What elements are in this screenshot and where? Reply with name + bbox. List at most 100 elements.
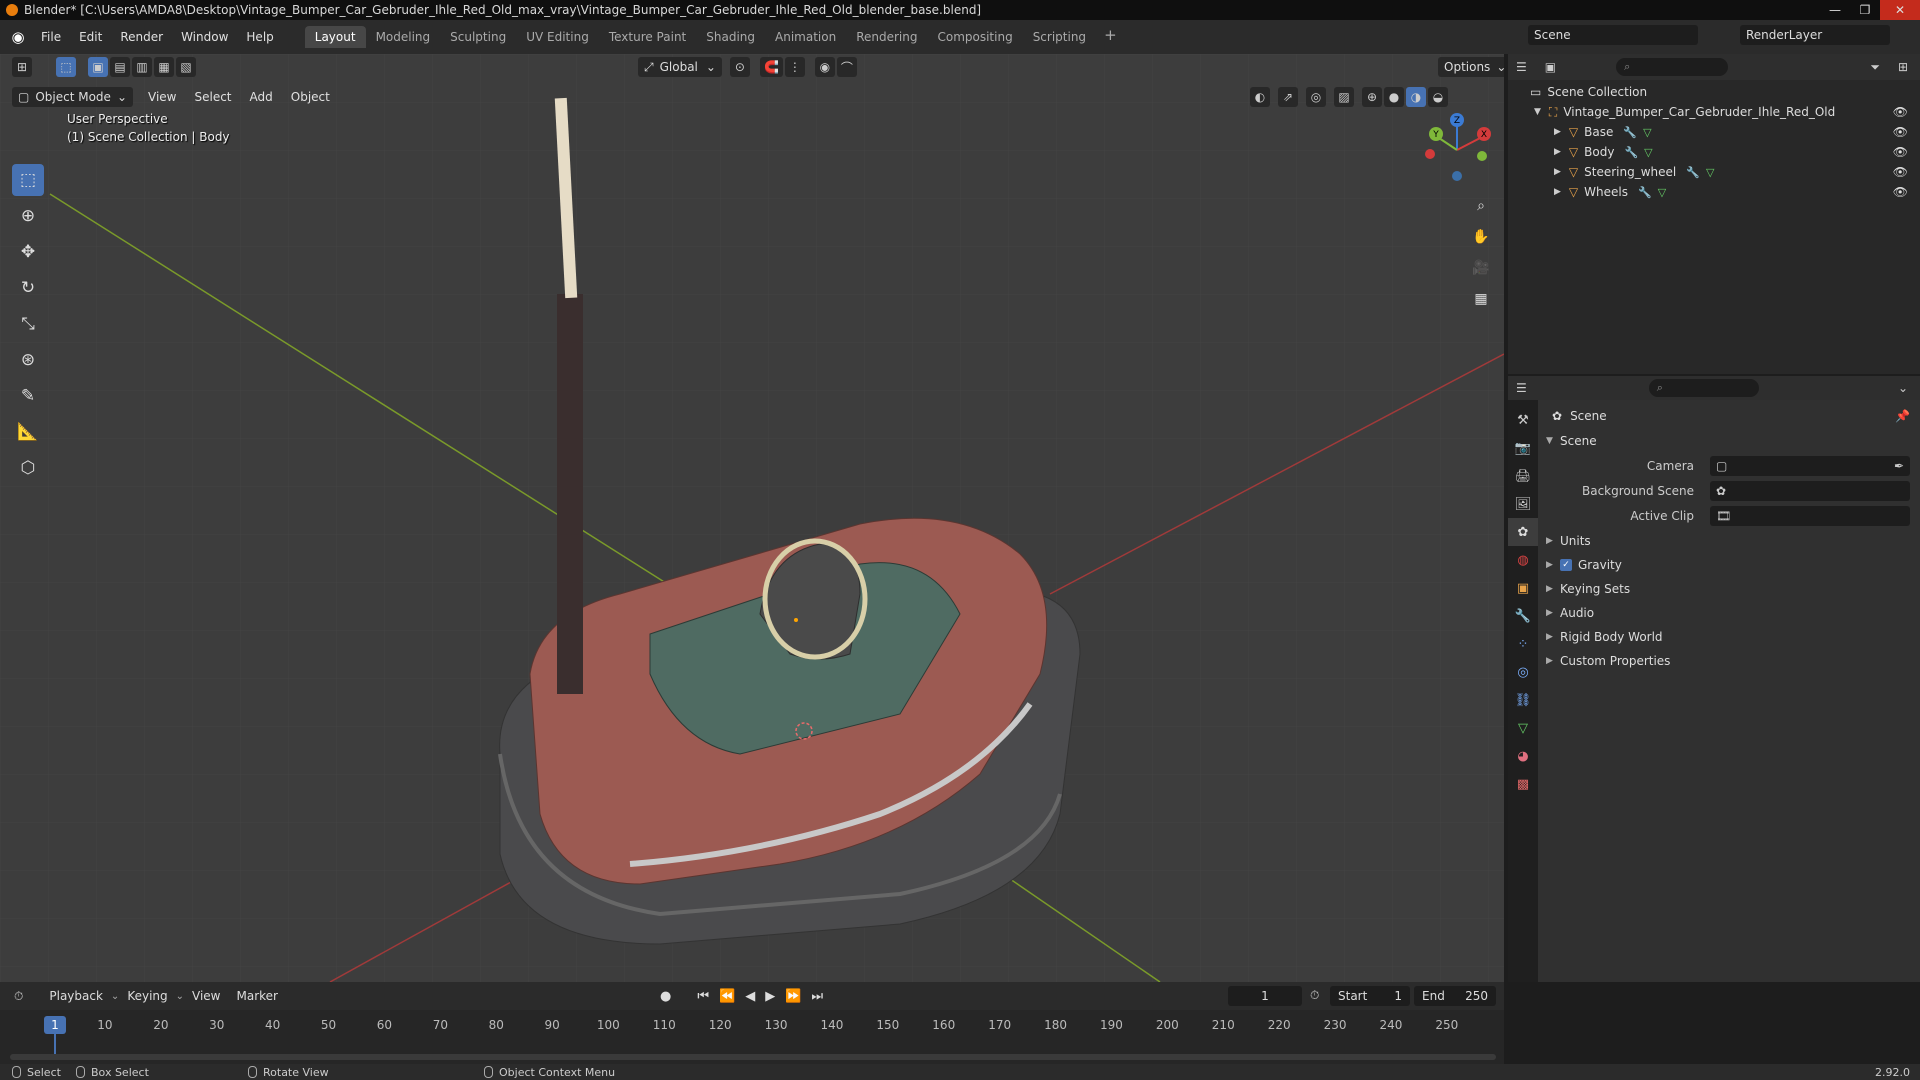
modifier-tab-icon[interactable]: 🔧 (1508, 602, 1538, 630)
pivot-point-icon[interactable]: ⊙ (729, 57, 750, 77)
outliner-item-base[interactable]: ▶ ▽ Base 🔧 ▽ 👁 (1508, 122, 1920, 142)
tab-texture-paint[interactable]: Texture Paint (599, 26, 696, 48)
add-cube-tool-icon[interactable]: ⬡ (12, 452, 44, 484)
xray-icon[interactable]: ▨ (1334, 87, 1354, 107)
gizmo-neg-z-icon[interactable] (1452, 171, 1462, 181)
eye-icon[interactable]: 👁 (1893, 145, 1908, 159)
transform-tool-icon[interactable]: ⊛ (12, 344, 44, 376)
pin-icon[interactable]: 📌 (1895, 409, 1910, 423)
expand-arrow-icon[interactable]: ▶ (1554, 187, 1561, 197)
outliner-editor-icon[interactable]: ☰ (1516, 60, 1527, 74)
solid-shading-icon[interactable]: ● (1384, 87, 1404, 107)
view-layer-selector[interactable]: RenderLayer (1740, 25, 1890, 45)
close-icon[interactable]: ✕ (1880, 0, 1920, 20)
constraints-tab-icon[interactable]: ⛓ (1508, 686, 1538, 714)
ortho-grid-icon[interactable]: ▦ (1467, 285, 1495, 313)
view-layer-tab-icon[interactable]: 🖼 (1508, 490, 1538, 518)
add-workspace-button[interactable]: + (1096, 26, 1125, 48)
scene-panel-header[interactable]: ▼ Scene (1546, 430, 1597, 452)
expand-arrow-icon[interactable]: ▶ (1554, 147, 1561, 157)
wireframe-shading-icon[interactable]: ⊕ (1362, 87, 1382, 107)
annotate-tool-icon[interactable]: ✎ (12, 380, 44, 412)
jump-end-icon[interactable]: ⏭ (811, 989, 823, 1004)
tab-scripting[interactable]: Scripting (1023, 26, 1096, 48)
cursor-tool-icon[interactable]: ⊕ (12, 200, 44, 232)
visibility-icon[interactable]: ◐ (1250, 87, 1270, 107)
preview-range-icon[interactable]: ⏱ (1310, 988, 1319, 1003)
snap-icon[interactable]: 🧲 (759, 57, 783, 77)
zoom-icon[interactable]: ⌕ (1467, 192, 1495, 220)
viewport-menu-select[interactable]: Select (185, 90, 240, 104)
proportional-edit-icon[interactable]: ◉ (814, 57, 835, 77)
modifier-wrench-icon[interactable]: 🔧 (1624, 146, 1638, 159)
world-tab-icon[interactable]: ◍ (1508, 546, 1538, 574)
viewport-menu-add[interactable]: Add (241, 90, 282, 104)
eye-icon[interactable]: 👁 (1893, 185, 1908, 199)
eye-icon[interactable]: 👁 (1893, 165, 1908, 179)
modifier-wrench-icon[interactable]: 🔧 (1623, 126, 1637, 139)
outliner-collection[interactable]: ▼ ⛶ Vintage_Bumper_Car_Gebruder_Ihle_Red… (1508, 102, 1920, 122)
gizmo-neg-y-icon[interactable] (1477, 151, 1487, 161)
rotate-tool-icon[interactable]: ↻ (12, 272, 44, 304)
new-collection-icon[interactable]: ⊞ (1898, 60, 1908, 74)
eye-icon[interactable]: 👁 (1893, 105, 1908, 119)
menu-render[interactable]: Render (111, 25, 172, 49)
maximize-icon[interactable]: ❐ (1850, 0, 1880, 20)
rendered-shading-icon[interactable]: ◒ (1428, 87, 1448, 107)
tab-compositing[interactable]: Compositing (927, 26, 1022, 48)
jump-start-icon[interactable]: ⏮ (697, 989, 709, 1004)
texture-tab-icon[interactable]: ▩ (1508, 770, 1538, 798)
expand-arrow-icon[interactable]: ▶ (1554, 167, 1561, 177)
mode-dropdown[interactable]: ▢ Object Mode ⌄ (12, 87, 133, 107)
menu-help[interactable]: Help (237, 25, 282, 49)
pan-hand-icon[interactable]: ✋ (1467, 223, 1495, 251)
outliner-scene-collection[interactable]: ▭ Scene Collection (1508, 82, 1920, 102)
properties-search-input[interactable]: ⌕ (1648, 379, 1759, 397)
viewport-menu-view[interactable]: View (139, 90, 185, 104)
mode-intersect-icon[interactable]: ▧ (176, 57, 196, 77)
outliner-search-input[interactable]: ⌕ (1616, 58, 1729, 76)
tab-modeling[interactable]: Modeling (366, 26, 441, 48)
particles-tab-icon[interactable]: ⁘ (1508, 630, 1538, 658)
outliner-item-wheels[interactable]: ▶ ▽ Wheels 🔧 ▽ 👁 (1508, 182, 1920, 202)
expand-arrow-icon[interactable]: ▼ (1534, 107, 1541, 117)
measure-tool-icon[interactable]: 📐 (12, 416, 44, 448)
gizmo-toggle-icon[interactable]: ⇗ (1278, 87, 1298, 107)
mesh-data-icon[interactable]: ▽ (1644, 146, 1652, 159)
tab-sculpting[interactable]: Sculpting (440, 26, 516, 48)
mode-new-icon[interactable]: ▣ (88, 57, 108, 77)
select-box-icon[interactable]: ⬚ (56, 57, 76, 77)
object-tab-icon[interactable]: ▣ (1508, 574, 1538, 602)
falloff-icon[interactable]: ⌒ (836, 57, 857, 77)
mode-subtract-icon[interactable]: ▥ (132, 57, 152, 77)
properties-editor-icon[interactable]: ☰ (1516, 381, 1527, 395)
select-tool-icon[interactable]: ⬚ (12, 164, 44, 196)
tool-tab-icon[interactable]: ⚒ (1508, 406, 1538, 434)
play-icon[interactable]: ▶ (765, 989, 775, 1004)
antenna-pole[interactable] (557, 294, 583, 694)
blender-menu-icon[interactable]: ◉ (4, 25, 32, 49)
tab-animation[interactable]: Animation (765, 26, 846, 48)
physics-tab-icon[interactable]: ◎ (1508, 658, 1538, 686)
eye-icon[interactable]: 👁 (1893, 125, 1908, 139)
custom-properties-panel-header[interactable]: ▶ Custom Properties (1546, 650, 1670, 672)
active-clip-field[interactable]: 🎞 (1710, 506, 1910, 526)
start-frame-field[interactable]: Start 1 (1330, 986, 1410, 1006)
camera-field[interactable]: ▢ ✒ (1710, 456, 1910, 476)
data-tab-icon[interactable]: ▽ (1508, 714, 1538, 742)
gravity-checkbox[interactable]: ✓ (1560, 559, 1572, 571)
gravity-panel-header[interactable]: ▶ ✓ Gravity (1546, 554, 1622, 576)
expand-arrow-icon[interactable]: ▶ (1554, 127, 1561, 137)
options-dropdown[interactable]: Options ⌄ (1438, 57, 1504, 77)
mesh-data-icon[interactable]: ▽ (1643, 126, 1651, 139)
menu-edit[interactable]: Edit (70, 25, 111, 49)
mode-difference-icon[interactable]: ▦ (154, 57, 174, 77)
transform-orientation-dropdown[interactable]: ⤢ Global ⌄ (638, 57, 722, 77)
outliner-item-body[interactable]: ▶ ▽ Body 🔧 ▽ 👁 (1508, 142, 1920, 162)
tab-layout[interactable]: Layout (304, 26, 366, 48)
playback-menu[interactable]: Playback (41, 989, 111, 1003)
play-reverse-icon[interactable]: ◀ (745, 989, 755, 1004)
mesh-data-icon[interactable]: ▽ (1658, 186, 1666, 199)
move-tool-icon[interactable]: ✥ (12, 236, 44, 268)
tab-shading[interactable]: Shading (696, 26, 765, 48)
